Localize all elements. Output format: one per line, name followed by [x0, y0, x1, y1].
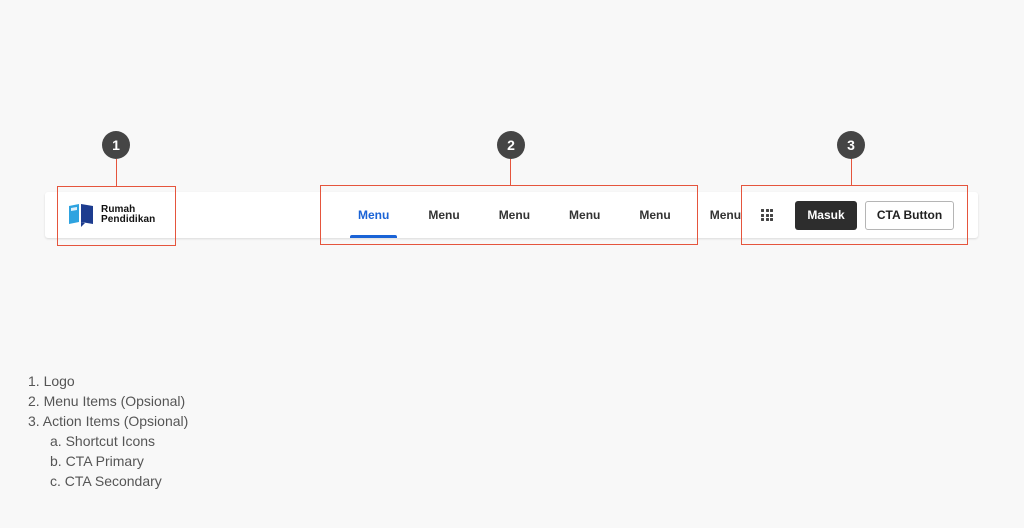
annotation-marker-3: 3	[837, 131, 865, 159]
annotation-connector-2	[510, 159, 511, 185]
annotation-connector-3	[851, 159, 852, 185]
legend-subitem-cta-primary: b. CTA Primary	[50, 453, 144, 469]
annotation-connector-1	[116, 159, 117, 186]
annotation-box-logo	[57, 186, 176, 246]
menu-item-label: Menu	[709, 208, 742, 222]
annotation-marker-1: 1	[102, 131, 130, 159]
legend-item-actions: 3. Action Items (Opsional)	[28, 413, 189, 429]
legend-item-menu: 2. Menu Items (Opsional)	[28, 393, 186, 409]
legend-subitem-cta-secondary: c. CTA Secondary	[50, 473, 162, 489]
annotation-box-menu	[320, 185, 698, 245]
annotation-box-actions	[741, 185, 968, 245]
legend: 1. Logo 2. Menu Items (Opsional) 3. Acti…	[28, 371, 188, 491]
legend-item-logo: 1. Logo	[28, 373, 75, 389]
annotation-marker-2: 2	[497, 131, 525, 159]
legend-subitem-shortcut: a. Shortcut Icons	[50, 433, 156, 449]
